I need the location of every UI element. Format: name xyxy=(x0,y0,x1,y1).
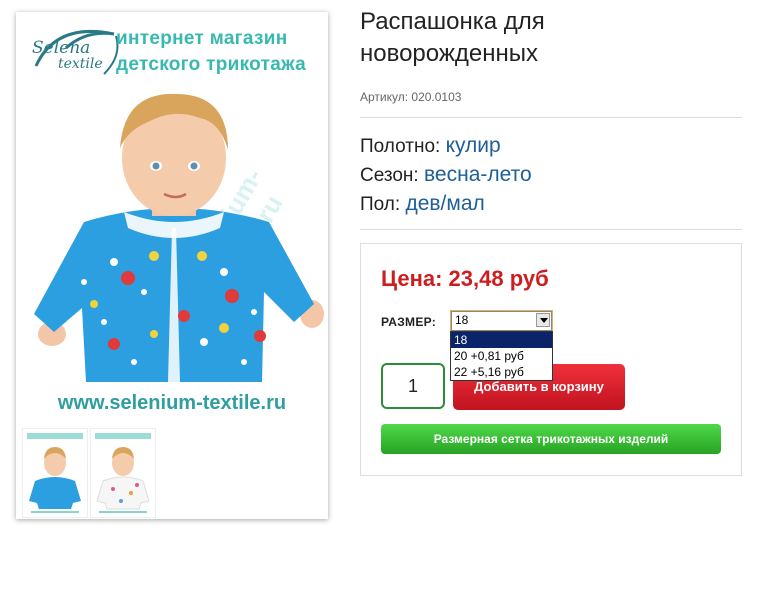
property-label: Пол: xyxy=(360,194,401,215)
divider xyxy=(360,117,742,118)
product-image-frame: Selena textile интернет магазин детского… xyxy=(16,12,328,519)
property-value: весна-лето xyxy=(424,163,532,186)
shop-tagline-line1: интернет магазин xyxy=(116,28,288,49)
size-dropdown-list: 18 20 +0,81 руб 22 +5,16 руб xyxy=(450,331,553,381)
property-gender: Пол: дев/мал xyxy=(360,190,532,219)
product-title-line1: Распашонка для xyxy=(360,8,545,35)
shop-tagline-line2: детского трикотажа xyxy=(116,54,306,75)
thumbnail-strip xyxy=(22,428,162,518)
size-option-22[interactable]: 22 +5,16 руб xyxy=(451,364,552,380)
property-value: кулир xyxy=(445,134,501,157)
thumbnail-white-shirt[interactable] xyxy=(90,428,156,518)
size-option-18[interactable]: 18 xyxy=(451,332,552,348)
chevron-down-icon[interactable] xyxy=(536,313,550,327)
product-title: Распашонка для новорожденных xyxy=(360,6,740,70)
size-select[interactable]: 18 xyxy=(450,310,553,332)
price: Цена: 23,48 руб xyxy=(381,266,549,291)
property-label: Полотно: xyxy=(360,136,441,157)
image-site-url: www.selenium-textile.ru xyxy=(57,392,287,414)
property-label: Сезон: xyxy=(360,165,419,186)
property-fabric: Полотно: кулир xyxy=(360,132,532,161)
purchase-box: Цена: 23,48 руб РАЗМЕР: 18 18 20 +0,81 р… xyxy=(360,243,742,476)
size-label: РАЗМЕР: xyxy=(381,315,437,329)
size-selected-value: 18 xyxy=(455,313,469,327)
property-value: дев/мал xyxy=(405,192,485,215)
product-main-image[interactable]: Selena textile интернет магазин детского… xyxy=(20,16,324,426)
product-properties: Полотно: кулир Сезон: весна-лето Пол: де… xyxy=(360,132,532,219)
size-option-20[interactable]: 20 +0,81 руб xyxy=(451,348,552,364)
size-chart-button[interactable]: Размерная сетка трикотажных изделий xyxy=(381,424,721,454)
doll-blue-thumbnail-image xyxy=(27,433,83,513)
product-sku: Артикул: 020.0103 xyxy=(360,90,462,104)
doll-white-thumbnail-image xyxy=(95,433,151,513)
thumbnail-blue-shirt[interactable] xyxy=(22,428,88,518)
property-season: Сезон: весна-лето xyxy=(360,161,532,190)
quantity-input[interactable]: 1 xyxy=(381,363,445,409)
doll-in-blue-shirt-illustration xyxy=(34,93,324,382)
logo-selena-text: Selena xyxy=(32,38,91,58)
logo-textile-text: textile xyxy=(58,56,103,72)
divider xyxy=(360,229,742,230)
product-title-line2: новорожденных xyxy=(360,40,539,67)
